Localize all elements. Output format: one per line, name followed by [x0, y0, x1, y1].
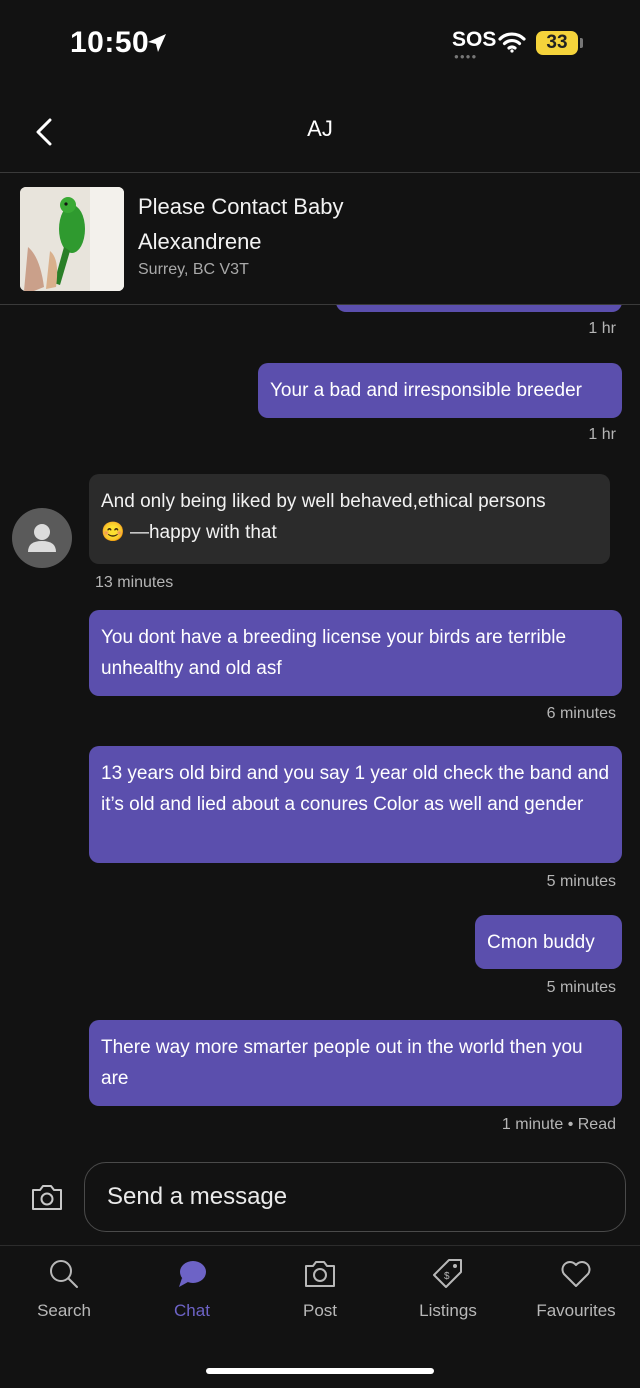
tab-favourites[interactable]: Favourites [512, 1257, 640, 1337]
tab-search[interactable]: Search [0, 1257, 128, 1337]
message-timestamp: 1 hr [588, 426, 616, 443]
signal-dots: ●●●● [454, 52, 478, 61]
listing-card[interactable]: Please Contact Baby Alexandrene Surrey, … [0, 173, 640, 305]
message-bubble-outgoing[interactable]: Your a bad and irresponsible breeder [258, 363, 622, 418]
tab-bar: Search Chat Post $ Listings Favourites [0, 1247, 640, 1388]
tab-label: Chat [174, 1301, 210, 1320]
tab-label: Search [37, 1301, 91, 1320]
message-composer [0, 1150, 640, 1246]
message-timestamp: 6 minutes [546, 705, 616, 722]
tab-post[interactable]: Post [256, 1257, 384, 1337]
tab-label: Favourites [536, 1301, 616, 1320]
listing-thumbnail[interactable] [20, 187, 124, 291]
user-icon [28, 524, 56, 552]
message-bubble-outgoing[interactable]: There way more smarter people out in the… [89, 1020, 622, 1106]
avatar[interactable] [12, 508, 72, 568]
message-text: Your a bad and irresponsible breeder [270, 380, 582, 401]
chat-icon [179, 1261, 206, 1287]
message-text: 13 years old bird and you say 1 year old… [101, 763, 610, 815]
listing-title[interactable]: Please Contact Baby Alexandrene [138, 189, 458, 259]
listing-location: Surrey, BC V3T [138, 261, 249, 278]
message-text-line2: —happy with that [129, 522, 277, 543]
message-text: You dont have a breeding license your bi… [101, 627, 567, 679]
message-timestamp: 1 hr [588, 320, 616, 337]
sos-indicator: SOS [452, 28, 497, 51]
battery-cap [580, 38, 583, 48]
location-arrow-icon [148, 34, 166, 52]
message-bubble-earlier[interactable] [336, 304, 622, 312]
wifi-icon [498, 32, 526, 53]
camera-icon [305, 1261, 335, 1287]
message-text: Cmon buddy [487, 932, 595, 953]
camera-icon[interactable] [30, 1182, 64, 1212]
status-time: 10:50 [70, 26, 150, 59]
message-bubble-outgoing[interactable]: Cmon buddy [475, 915, 622, 969]
message-timestamp: 1 minute • Read [501, 1116, 616, 1133]
tab-listings[interactable]: $ Listings [384, 1257, 512, 1337]
battery-indicator: 33 [536, 31, 578, 55]
parrot-image [20, 187, 124, 291]
chat-header: AJ [0, 92, 640, 173]
message-timestamp: 5 minutes [546, 873, 616, 890]
page-title: AJ [307, 116, 333, 141]
tab-label: Post [302, 1301, 338, 1320]
heart-icon [561, 1261, 591, 1287]
message-bubble-incoming[interactable]: And only being liked by well behaved,eth… [89, 474, 610, 564]
tab-label: Listings [419, 1301, 477, 1320]
message-list[interactable]: 1 hr Your a bad and irresponsible breede… [0, 304, 640, 1144]
message-input[interactable] [84, 1162, 626, 1232]
home-indicator[interactable] [206, 1368, 434, 1374]
smile-emoji: 😊 [101, 522, 125, 543]
message-timestamp: 13 minutes [95, 574, 174, 591]
svg-text:$: $ [444, 1271, 450, 1282]
status-bar: 10:50 SOS ●●●● 33 [0, 0, 640, 90]
search-icon [50, 1260, 78, 1288]
message-bubble-outgoing[interactable]: 13 years old bird and you say 1 year old… [89, 746, 622, 863]
message-timestamp: 5 minutes [546, 979, 616, 996]
tab-chat[interactable]: Chat [128, 1257, 256, 1337]
message-bubble-outgoing[interactable]: You dont have a breeding license your bi… [89, 610, 622, 696]
tag-icon: $ [433, 1259, 462, 1288]
message-text: There way more smarter people out in the… [101, 1037, 583, 1089]
message-text: And only being liked by well behaved,eth… [101, 491, 546, 512]
